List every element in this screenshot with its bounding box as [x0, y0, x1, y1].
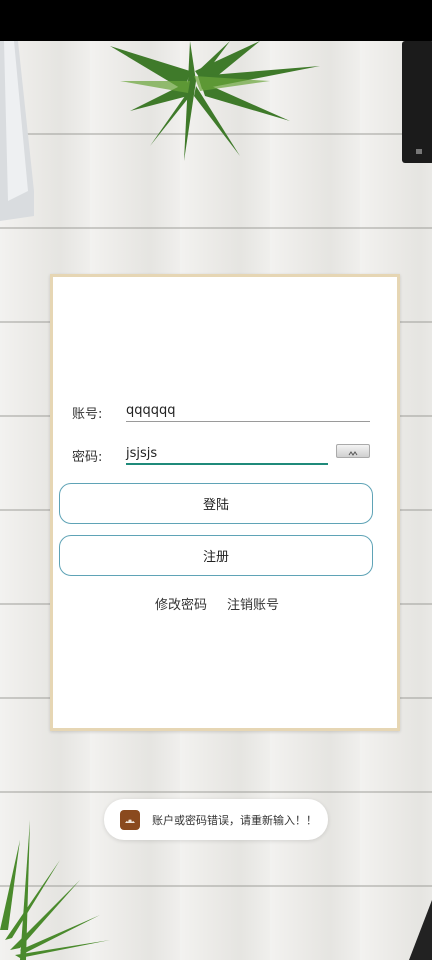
- phone-decoration: [402, 41, 432, 163]
- account-label: 账号:: [72, 407, 103, 422]
- keyboard-icon: [348, 451, 358, 456]
- android-app-icon: [120, 810, 140, 830]
- error-toast: 账户或密码错误，请重新输入！！: [104, 799, 328, 840]
- plant-decoration-bottom: [0, 820, 110, 960]
- login-button[interactable]: 登陆: [59, 483, 373, 524]
- keyboard-toggle-button[interactable]: [336, 444, 370, 458]
- password-label: 密码:: [72, 450, 103, 465]
- register-button[interactable]: 注册: [59, 535, 373, 576]
- change-password-link[interactable]: 修改密码: [155, 594, 207, 613]
- account-input[interactable]: qqqqqq: [126, 403, 176, 418]
- phone-corner-decoration: [409, 900, 432, 960]
- delete-account-link[interactable]: 注销账号: [227, 594, 279, 613]
- login-button-label: 登陆: [202, 498, 229, 513]
- login-card: 账号: qqqqqq 密码: jsjsjs 登陆 注册 修改密码 注销账号: [50, 274, 400, 731]
- register-button-label: 注册: [202, 550, 229, 565]
- password-input-underline: [126, 463, 328, 465]
- status-bar: [0, 0, 432, 41]
- password-input[interactable]: jsjsjs: [126, 446, 157, 461]
- plant-decoration-top: [110, 41, 320, 161]
- account-input-underline: [126, 421, 370, 422]
- toast-message: 账户或密码错误，请重新输入！！: [152, 814, 317, 827]
- laptop-decoration: [0, 41, 34, 221]
